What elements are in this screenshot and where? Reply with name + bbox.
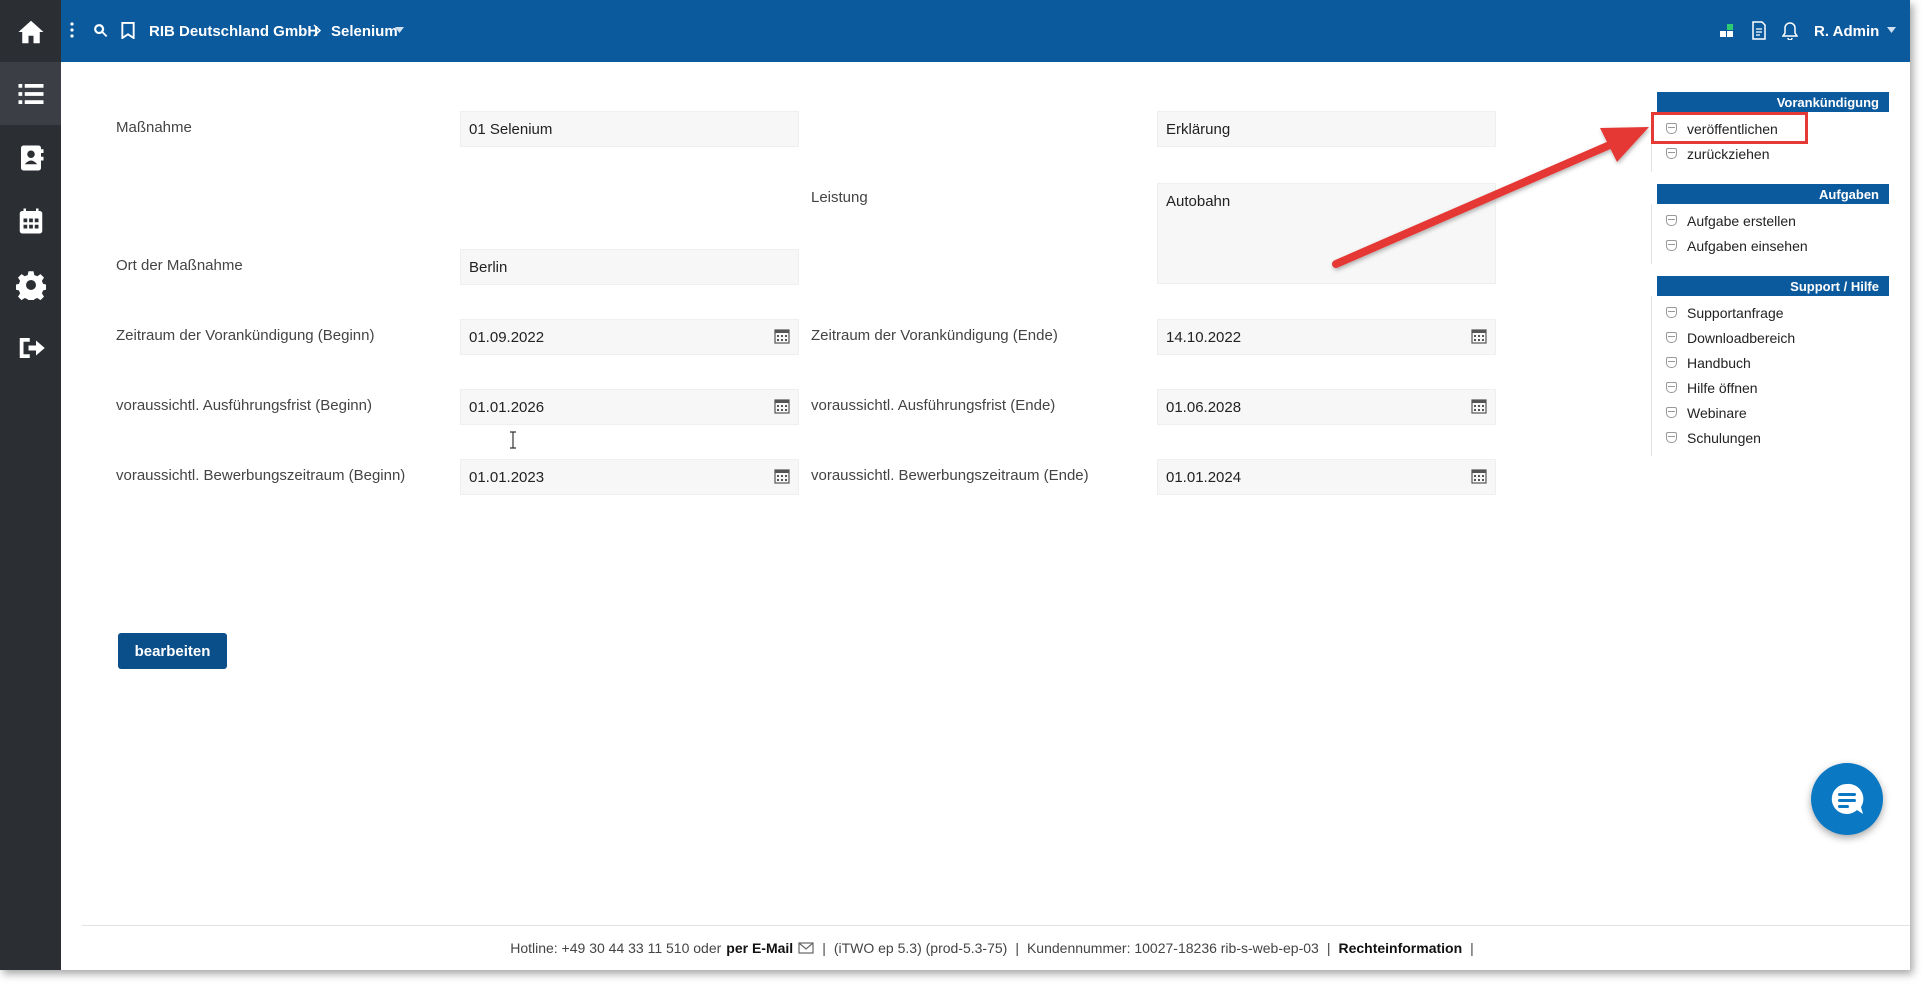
bz-beginn-label: voraussichtl. Bewerbungszeitraum (Beginn… [116,467,406,484]
leistung-field[interactable]: Autobahn [1157,183,1496,284]
panel-header-support: Support / Hilfe [1657,276,1889,296]
more-vertical-icon[interactable] [70,22,74,38]
calendar-picker-icon[interactable] [1471,398,1487,414]
action-label: Aufgabe erstellen [1687,212,1796,229]
action-support-request[interactable]: Supportanfrage [1652,300,1889,325]
bz-ende-label: voraussichtl. Bewerbungszeitraum (Ende) [811,467,1089,484]
bz-beginn-field[interactable]: 01.01.2023 [460,459,799,495]
action-icon [1666,432,1677,443]
app-window: RIB Deutschland GmbH Selenium R. Admin M… [0,0,1910,970]
footer-email-link[interactable]: per E-Mail [726,940,793,956]
af-beginn-field[interactable]: 01.01.2026 [460,389,799,425]
action-label: Aufgaben einsehen [1687,237,1808,254]
action-open-help[interactable]: Hilfe öffnen [1652,375,1889,400]
breadcrumb-project[interactable]: Selenium [331,0,398,62]
action-icon [1666,332,1677,343]
action-icon [1666,357,1677,368]
ort-label: Ort der Maßnahme [116,257,243,274]
af-beginn-value: 01.01.2026 [469,399,545,416]
top-bar: RIB Deutschland GmbH Selenium R. Admin [61,0,1910,62]
action-withdraw[interactable]: zurückziehen [1652,141,1889,166]
bz-ende-field[interactable]: 01.01.2024 [1157,459,1496,495]
text-cursor-icon [510,431,516,449]
ort-field[interactable]: Berlin [460,249,799,285]
action-panel: Vorankündigung veröffentlichen zurückzie… [1651,92,1889,456]
bell-icon[interactable] [1782,21,1798,40]
action-manual[interactable]: Handbuch [1652,350,1889,375]
gear-icon[interactable] [0,253,61,316]
user-chevron-down-icon[interactable] [1887,27,1896,33]
chevron-right-icon [313,24,321,37]
annotation-arrow [1332,127,1649,268]
home-icon[interactable] [0,0,61,63]
footer-legal-link[interactable]: Rechteinformation [1338,940,1462,956]
panel-header-aufgaben: Aufgaben [1657,184,1889,204]
calendar-picker-icon[interactable] [774,398,790,414]
af-ende-label: voraussichtl. Ausführungsfrist (Ende) [811,397,1056,414]
action-create-task[interactable]: Aufgabe erstellen [1652,208,1889,233]
calendar-picker-icon[interactable] [774,468,790,484]
footer: Hotline: +49 30 44 33 11 510 oder per E-… [82,925,1910,970]
chat-icon [1831,783,1864,814]
bookmark-icon[interactable] [121,22,135,39]
calendar-icon[interactable] [0,189,61,252]
af-beginn-label: voraussichtl. Ausführungsfrist (Beginn) [116,397,372,414]
calendar-picker-icon[interactable] [1471,328,1487,344]
annotation-highlight-box [1651,112,1808,144]
footer-kundennummer: Kundennummer: 10027-18236 rib-s-web-ep-0… [1026,940,1319,956]
action-downloads[interactable]: Downloadbereich [1652,325,1889,350]
footer-version: (iTWO ep 5.3) (prod-5.3-75) [833,940,1008,956]
vk-beginn-field[interactable]: 01.09.2022 [460,319,799,355]
left-sidebar [0,0,61,970]
chat-button[interactable] [1811,763,1883,835]
document-icon[interactable] [1751,21,1767,40]
leistung-label: Leistung [811,189,868,206]
calendar-picker-icon[interactable] [1471,468,1487,484]
list-icon[interactable] [0,62,61,125]
af-ende-value: 01.06.2028 [1166,399,1242,416]
action-label: Handbuch [1687,354,1751,371]
vk-beginn-value: 01.09.2022 [469,329,545,346]
action-icon [1666,240,1677,251]
search-icon[interactable] [92,22,109,39]
panel-header-vorankuendigung: Vorankündigung [1657,92,1889,112]
action-icon [1666,407,1677,418]
af-ende-field[interactable]: 01.06.2028 [1157,389,1496,425]
contact-book-icon[interactable] [0,126,61,189]
action-label: Webinare [1687,404,1747,421]
action-label: Downloadbereich [1687,329,1796,346]
bz-ende-value: 01.01.2024 [1166,469,1242,486]
vk-ende-label: Zeitraum der Vorankündigung (Ende) [811,327,1058,344]
action-icon [1666,382,1677,393]
envelope-icon [798,942,814,954]
action-label: Schulungen [1687,429,1761,446]
calendar-picker-icon[interactable] [774,328,790,344]
action-view-tasks[interactable]: Aufgaben einsehen [1652,233,1889,258]
vk-ende-value: 14.10.2022 [1166,329,1242,346]
chevron-down-icon[interactable] [395,27,404,33]
user-menu[interactable]: R. Admin [1814,0,1879,62]
bz-beginn-value: 01.01.2023 [469,469,545,486]
massnahme-field[interactable]: 01 Selenium [460,111,799,147]
footer-hotline: Hotline: +49 30 44 33 11 510 oder [510,940,722,956]
action-label: zurückziehen [1687,145,1770,162]
action-icon [1666,148,1677,159]
erklaerung-field[interactable]: Erklärung [1157,111,1496,147]
vk-beginn-label: Zeitraum der Vorankündigung (Beginn) [116,327,375,344]
action-label: Supportanfrage [1687,304,1784,321]
action-icon [1666,307,1677,318]
vk-ende-field[interactable]: 14.10.2022 [1157,319,1496,355]
action-label: Hilfe öffnen [1687,379,1758,396]
logout-icon[interactable] [0,316,61,379]
massnahme-label: Maßnahme [116,119,192,136]
action-trainings[interactable]: Schulungen [1652,425,1889,450]
breadcrumb-company[interactable]: RIB Deutschland GmbH [149,0,318,62]
edit-button[interactable]: bearbeiten [118,633,227,669]
apps-icon[interactable] [1719,23,1735,39]
action-webinars[interactable]: Webinare [1652,400,1889,425]
action-icon [1666,215,1677,226]
